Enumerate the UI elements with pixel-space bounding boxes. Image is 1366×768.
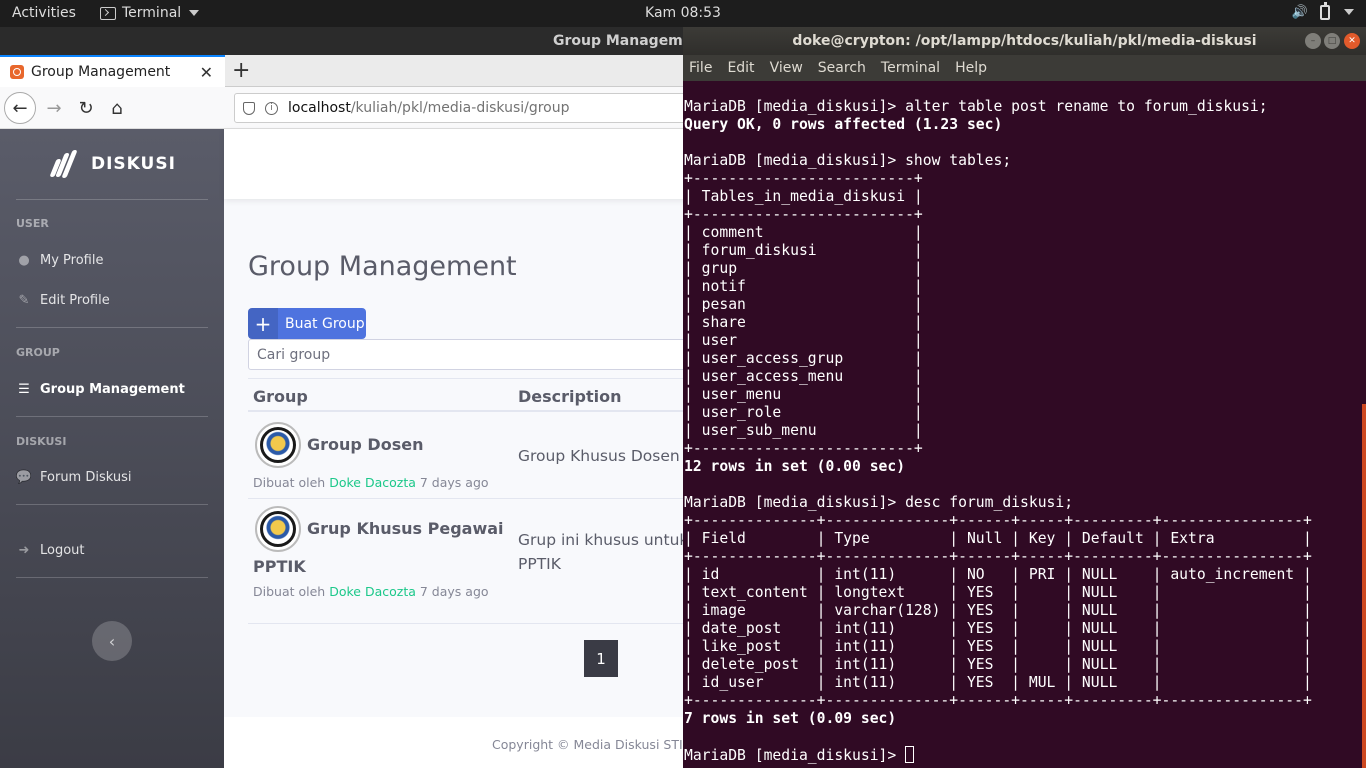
terminal-titlebar[interactable]: doke@crypton: /opt/lampp/htdocs/kuliah/p… bbox=[683, 27, 1366, 55]
sidebar-item-label: Logout bbox=[40, 542, 85, 558]
app-menu-label: Terminal bbox=[122, 5, 182, 21]
sidebar-item-label: Edit Profile bbox=[40, 292, 110, 308]
sidebar-item-label: Group Management bbox=[40, 381, 185, 397]
author-link[interactable]: Doke Dacozta bbox=[329, 584, 416, 599]
clock[interactable]: Kam 08:53 bbox=[0, 5, 1366, 21]
sidebar-item-my-profile[interactable]: ● My Profile bbox=[16, 249, 208, 271]
menu-view[interactable]: View bbox=[770, 60, 803, 76]
group-name-link[interactable]: Group Dosen bbox=[307, 435, 423, 454]
group-emblem-icon bbox=[255, 422, 301, 468]
close-icon[interactable]: ✕ bbox=[200, 63, 213, 82]
sidebar-divider bbox=[16, 199, 208, 200]
column-header-group: Group bbox=[253, 387, 308, 406]
volume-icon: 🔊 bbox=[1291, 4, 1309, 20]
url-bar[interactable]: i localhost/kuliah/pkl/media-diskusi/gro… bbox=[234, 93, 694, 123]
activities-button[interactable]: Activities bbox=[12, 5, 76, 21]
sidebar-divider bbox=[16, 504, 208, 505]
page-title: Group Management bbox=[248, 251, 517, 282]
sidebar-item-logout[interactable]: ➜ Logout bbox=[16, 539, 208, 561]
reload-button[interactable]: ↻ bbox=[70, 92, 102, 124]
terminal-output-area[interactable]: MariaDB [media_diskusi]> alter table pos… bbox=[683, 81, 1366, 768]
new-tab-button[interactable]: + bbox=[232, 58, 250, 83]
sidebar-item-group-management[interactable]: ☰ Group Management bbox=[16, 378, 208, 400]
menu-edit[interactable]: Edit bbox=[727, 60, 754, 76]
sidebar: DISKUSI USER ● My Profile ✎ Edit Profile… bbox=[0, 129, 224, 768]
url-host: localhost bbox=[288, 100, 351, 116]
app-menu[interactable]: Terminal bbox=[100, 5, 200, 21]
user-edit-icon: ✎ bbox=[18, 292, 30, 308]
sidebar-item-forum-diskusi[interactable]: 💬 Forum Diskusi bbox=[16, 466, 208, 488]
chevron-down-icon bbox=[1344, 9, 1354, 15]
group-description: Group Khusus Dosen S bbox=[518, 447, 695, 465]
group-description: Grup ini khusus untuk a PPTIK bbox=[518, 531, 703, 573]
shield-icon[interactable] bbox=[243, 101, 255, 115]
sidebar-divider bbox=[16, 416, 208, 417]
sidebar-item-label: Forum Diskusi bbox=[40, 469, 132, 485]
sign-out-icon: ➜ bbox=[18, 542, 30, 558]
home-button[interactable]: ⌂ bbox=[101, 92, 133, 124]
group-emblem-icon bbox=[255, 506, 301, 552]
brand[interactable]: DISKUSI bbox=[0, 129, 224, 199]
add-group-button[interactable]: + Buat Group bbox=[248, 308, 366, 339]
group-created-by: Dibuat oleh Doke Dacozta 7 days ago bbox=[253, 584, 489, 599]
menu-help[interactable]: Help bbox=[955, 60, 987, 76]
tab-group-management[interactable]: Group Management ✕ bbox=[0, 55, 225, 87]
info-icon[interactable]: i bbox=[265, 101, 278, 115]
close-window-button[interactable]: ✕ bbox=[1344, 33, 1360, 49]
favicon-icon bbox=[10, 65, 24, 79]
add-group-label: Buat Group bbox=[285, 315, 365, 332]
layers-icon: ☰ bbox=[18, 381, 30, 397]
sidebar-heading-diskusi: DISKUSI bbox=[16, 435, 67, 448]
menu-file[interactable]: File bbox=[689, 60, 712, 76]
sidebar-heading-group: GROUP bbox=[16, 346, 60, 359]
table-row: Group Dosen Dibuat oleh Doke Dacozta 7 d… bbox=[248, 412, 698, 499]
author-link[interactable]: Doke Dacozta bbox=[329, 475, 416, 490]
tab-title: Group Management bbox=[31, 64, 171, 80]
sidebar-item-label: My Profile bbox=[40, 252, 104, 268]
system-tray[interactable]: 🔊 bbox=[1291, 1, 1354, 20]
chevron-left-icon: ‹ bbox=[108, 631, 116, 651]
table-header: Group Description bbox=[248, 378, 698, 412]
pagination-page-1[interactable]: 1 bbox=[584, 640, 618, 677]
comment-icon: 💬 bbox=[15, 469, 33, 485]
group-name-link-continued[interactable]: PPTIK bbox=[253, 557, 306, 576]
gnome-top-bar: Activities Terminal Kam 08:53 🔊 bbox=[0, 0, 1366, 27]
group-created-by: Dibuat oleh Doke Dacozta 7 days ago bbox=[253, 475, 489, 490]
search-group-input[interactable] bbox=[248, 339, 698, 370]
sidebar-toggle-button[interactable]: ‹ bbox=[92, 621, 132, 661]
sidebar-heading-user: USER bbox=[16, 217, 49, 230]
terminal-window: doke@crypton: /opt/lampp/htdocs/kuliah/p… bbox=[683, 27, 1366, 768]
terminal-scrollbar[interactable] bbox=[1362, 404, 1366, 768]
table-row: Grup Khusus Pegawai PPTIK Dibuat oleh Do… bbox=[248, 499, 703, 624]
terminal-menubar: File Edit View Search Terminal Help bbox=[683, 55, 1366, 81]
url-path: /kuliah/pkl/media-diskusi/group bbox=[350, 100, 570, 116]
terminal-cursor bbox=[905, 746, 915, 763]
column-header-description: Description bbox=[518, 387, 622, 406]
terminal-output: MariaDB [media_diskusi]> alter table pos… bbox=[684, 98, 1312, 764]
maximize-button[interactable]: □ bbox=[1324, 33, 1340, 49]
user-icon: ● bbox=[18, 252, 30, 268]
forward-button[interactable]: → bbox=[38, 92, 70, 124]
brand-logo-icon bbox=[45, 149, 78, 179]
brand-name: DISKUSI bbox=[91, 154, 176, 174]
back-button[interactable]: ← bbox=[4, 92, 36, 124]
menu-search[interactable]: Search bbox=[818, 60, 866, 76]
group-name-link[interactable]: Grup Khusus Pegawai bbox=[307, 519, 504, 538]
sidebar-item-edit-profile[interactable]: ✎ Edit Profile bbox=[16, 289, 208, 311]
terminal-icon bbox=[100, 6, 116, 20]
terminal-window-title: doke@crypton: /opt/lampp/htdocs/kuliah/p… bbox=[792, 33, 1257, 49]
plus-icon: + bbox=[248, 308, 278, 339]
menu-terminal[interactable]: Terminal bbox=[881, 60, 940, 76]
footer-copyright: Copyright © Media Diskusi STIKI bbox=[492, 737, 695, 752]
sidebar-divider bbox=[16, 327, 208, 328]
chevron-down-icon bbox=[189, 10, 200, 16]
minimize-button[interactable]: – bbox=[1305, 33, 1321, 49]
sidebar-divider bbox=[16, 577, 208, 578]
battery-icon bbox=[1320, 1, 1330, 20]
